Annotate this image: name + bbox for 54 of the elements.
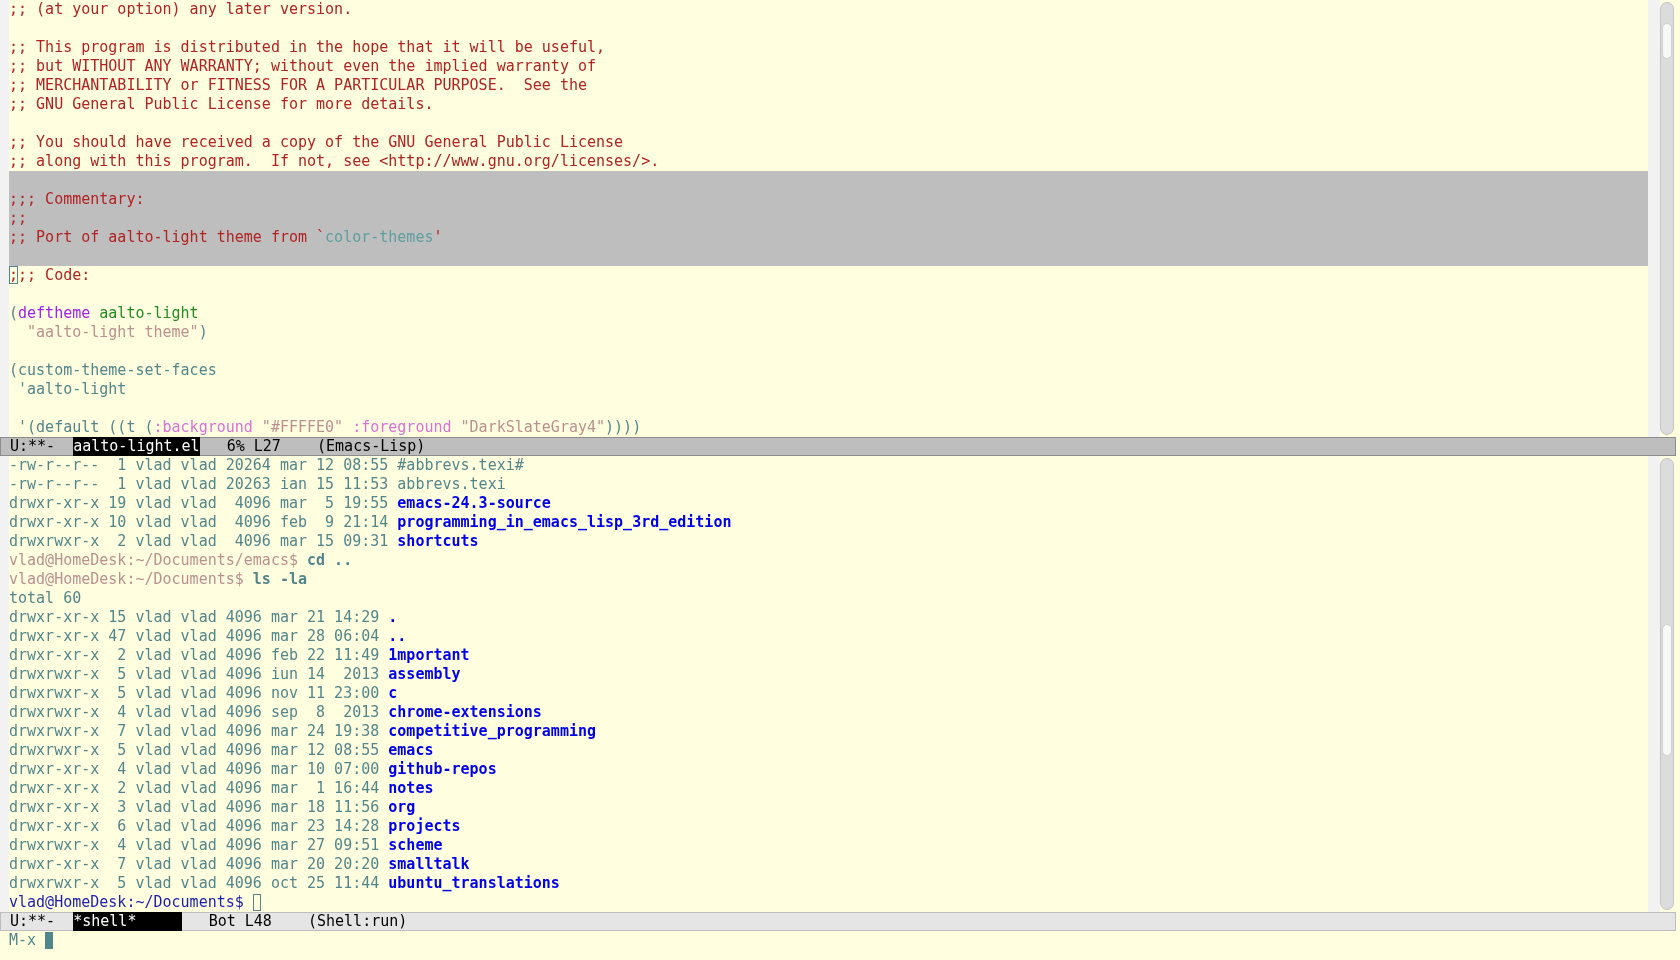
code-line: ;; (at your option) any later version. <box>9 0 353 19</box>
listing-line: drwxr-xr-x 2 vlad vlad 4096 mar 1 16:44 notes <box>9 779 434 798</box>
code-line: ;; You should have received a copy of the GNU General Public License <box>9 133 624 152</box>
buffer-status: U:**- <box>10 912 56 931</box>
text-cursor <box>45 932 54 949</box>
buffer-name: *shell* <box>73 912 182 931</box>
listing-line: drwxrwxr-x 5 vlad vlad 4096 mar 12 08:55 emacs <box>9 741 434 760</box>
code-line: ;; <box>9 209 28 228</box>
scrollbar-thumb[interactable] <box>1662 23 1672 59</box>
output-line: total 60 <box>9 589 82 608</box>
listing-line: drwxr-xr-x 2 vlad vlad 4096 feb 22 11:49 1mportant <box>9 646 470 665</box>
listing-line: drwxrwxr-x 7 vlad vlad 4096 mar 24 19:38 competitive_programming <box>9 722 596 741</box>
code-line: ;; along with this program. If not, see <http://www.gnu.org/licenses/>. <box>9 152 660 171</box>
code-line: ;;; Code: <box>9 266 91 285</box>
listing-line: drwxrwxr-x 5 vlad vlad 4096 nov 11 23:00 c <box>9 684 398 703</box>
listing-line: drwxrwxr-x 4 vlad vlad 4096 mar 27 09:51 scheme <box>9 836 443 855</box>
buffer-status: U:**- <box>10 437 56 456</box>
code-line: ;; GNU General Public License for more details. <box>9 95 434 114</box>
prompt-line: vlad@HomeDesk:~/Documents$ <box>9 893 244 912</box>
listing-line: -rw-r--r-- 1 vlad vlad 20263 ian 15 11:53 abbrevs.texi <box>9 475 506 494</box>
listing-line: drwxr-xr-x 7 vlad vlad 4096 mar 20 20:20 smalltalk <box>9 855 470 874</box>
scrollbar-thumb[interactable] <box>1662 624 1672 756</box>
listing-line: drwxr-xr-x 4 vlad vlad 4096 mar 10 07:00 github-repos <box>9 760 497 779</box>
scrollbar[interactable] <box>1660 458 1674 910</box>
code-line: '(default ((t (:background "#FFFFE0" :foreground "DarkSlateGray4")))) <box>17 418 642 437</box>
code-line: ;; but WITHOUT ANY WARRANTY; without even the implied warranty of <box>9 57 596 76</box>
code-line: ;;; Commentary: <box>9 190 145 209</box>
listing-line: drwxrwxr-x 5 vlad vlad 4096 oct 25 11:44 ubuntu_translations <box>9 874 560 893</box>
listing-line: drwxrwxr-x 5 vlad vlad 4096 iun 14 2013 assembly <box>9 665 461 684</box>
code-line: (custom-theme-set-faces <box>9 361 217 380</box>
listing-line: drwxr-xr-x 3 vlad vlad 4096 mar 18 11:56 org <box>9 798 416 817</box>
listing-line: drwxr-xr-x 47 vlad vlad 4096 mar 28 06:04 .. <box>9 627 407 646</box>
major-mode: (Emacs-Lisp) <box>317 437 426 456</box>
code-line: "aalto-light theme") <box>26 323 208 342</box>
listing-line: drwxr-xr-x 6 vlad vlad 4096 mar 23 14:28 projects <box>9 817 461 836</box>
minibuffer-prompt: M-x <box>9 931 37 950</box>
prompt-line: vlad@HomeDesk:~/Documents$ ls -la <box>9 570 308 589</box>
prompt-line: vlad@HomeDesk:~/Documents/emacs$ cd .. <box>9 551 353 570</box>
listing-line: -rw-r--r-- 1 vlad vlad 20264 mar 12 08:55 #abbrevs.texi# <box>9 456 524 475</box>
listing-line: drwxr-xr-x 15 vlad vlad 4096 mar 21 14:29 . <box>9 608 398 627</box>
buffer-name: aalto-light.el <box>73 437 200 456</box>
code-line: ;; Port of aalto-light theme from `color-themes' <box>9 228 443 247</box>
code-line: 'aalto-light <box>17 380 127 399</box>
code-line: (deftheme aalto-light <box>9 304 199 323</box>
line-position: 6% L27 <box>226 437 281 456</box>
code-line: ;; This program is distributed in the hope that it will be useful, <box>9 38 606 57</box>
listing-line: drwxr-xr-x 19 vlad vlad 4096 mar 5 19:55 emacs-24.3-source <box>9 494 551 513</box>
line-position: Bot L48 <box>208 912 272 931</box>
listing-line: drwxr-xr-x 10 vlad vlad 4096 feb 9 21:14 programming_in_emacs_lisp_3rd_edition <box>9 513 732 532</box>
code-line: ;; MERCHANTABILITY or FITNESS FOR A PARTICULAR PURPOSE. See the <box>9 76 587 95</box>
major-mode: (Shell:run) <box>307 912 408 931</box>
listing-line: drwxrwxr-x 2 vlad vlad 4096 mar 15 09:31 shortcuts <box>9 532 479 551</box>
scrollbar[interactable] <box>1660 2 1674 435</box>
listing-line: drwxrwxr-x 4 vlad vlad 4096 sep 8 2013 chrome-extensions <box>9 703 542 722</box>
